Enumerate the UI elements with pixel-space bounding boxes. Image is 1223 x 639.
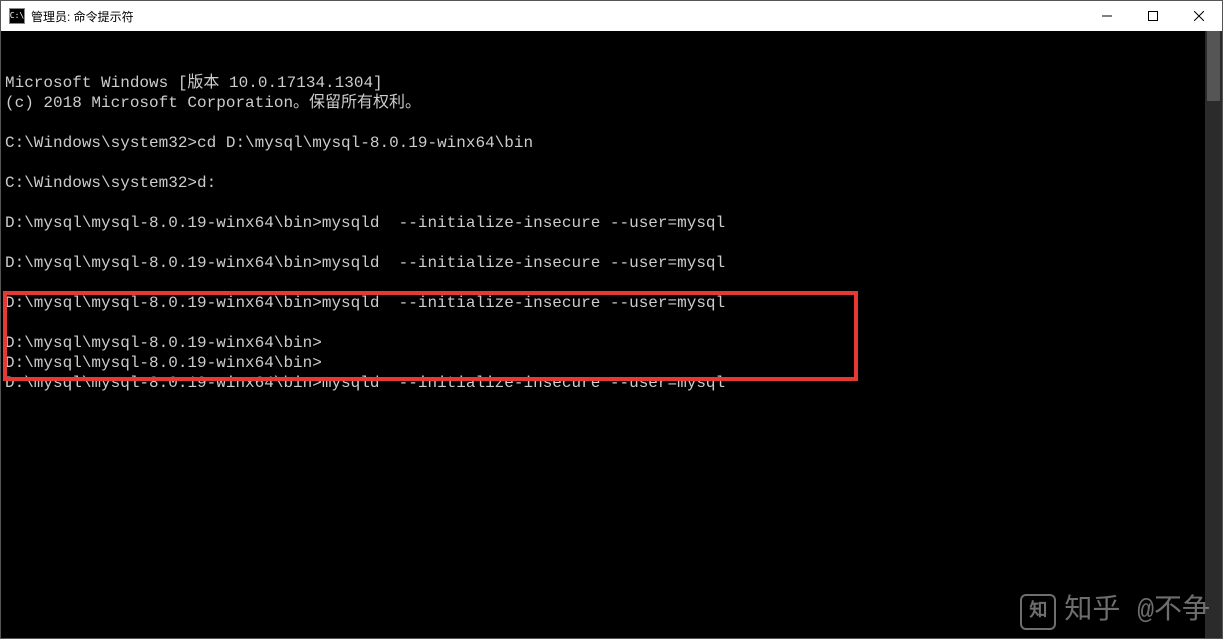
- watermark-text: 知乎 @不争: [1064, 602, 1210, 622]
- console-line: [5, 153, 1218, 173]
- console-line: (c) 2018 Microsoft Corporation。保留所有权利。: [5, 93, 1218, 113]
- window-frame: C:\ 管理员: 命令提示符 Microsoft Windows [版本 10.…: [0, 0, 1223, 639]
- console-line: D:\mysql\mysql-8.0.19-winx64\bin>: [5, 333, 1218, 353]
- minimize-icon: [1102, 11, 1112, 21]
- console-line: D:\mysql\mysql-8.0.19-winx64\bin>mysqld …: [5, 213, 1218, 233]
- console-line: D:\mysql\mysql-8.0.19-winx64\bin>mysqld …: [5, 253, 1218, 273]
- console-line: D:\mysql\mysql-8.0.19-winx64\bin>: [5, 353, 1218, 373]
- maximize-button[interactable]: [1130, 1, 1176, 31]
- console-line: [5, 113, 1218, 133]
- console-line: D:\mysql\mysql-8.0.19-winx64\bin>mysqld …: [5, 293, 1218, 313]
- console-line: D:\mysql\mysql-8.0.19-winx64\bin>mysqld …: [5, 373, 1218, 393]
- console-line: [5, 313, 1218, 333]
- close-icon: [1194, 11, 1204, 21]
- console-content: Microsoft Windows [版本 10.0.17134.1304](c…: [5, 73, 1218, 393]
- window-title: 管理员: 命令提示符: [31, 8, 134, 25]
- console-line: [5, 273, 1218, 293]
- watermark: 知 知乎 @不争: [1020, 594, 1210, 630]
- console-line: C:\Windows\system32>cd D:\mysql\mysql-8.…: [5, 133, 1218, 153]
- minimize-button[interactable]: [1084, 1, 1130, 31]
- console-line: [5, 193, 1218, 213]
- vertical-scrollbar[interactable]: [1205, 31, 1222, 638]
- zhihu-logo-icon: 知: [1020, 594, 1056, 630]
- console-line: Microsoft Windows [版本 10.0.17134.1304]: [5, 73, 1218, 93]
- console-line: [5, 233, 1218, 253]
- console-area[interactable]: Microsoft Windows [版本 10.0.17134.1304](c…: [1, 31, 1222, 638]
- close-button[interactable]: [1176, 1, 1222, 31]
- app-icon: C:\: [9, 8, 25, 24]
- scrollbar-thumb[interactable]: [1207, 31, 1220, 101]
- maximize-icon: [1148, 11, 1158, 21]
- titlebar[interactable]: C:\ 管理员: 命令提示符: [1, 1, 1222, 31]
- console-line: C:\Windows\system32>d:: [5, 173, 1218, 193]
